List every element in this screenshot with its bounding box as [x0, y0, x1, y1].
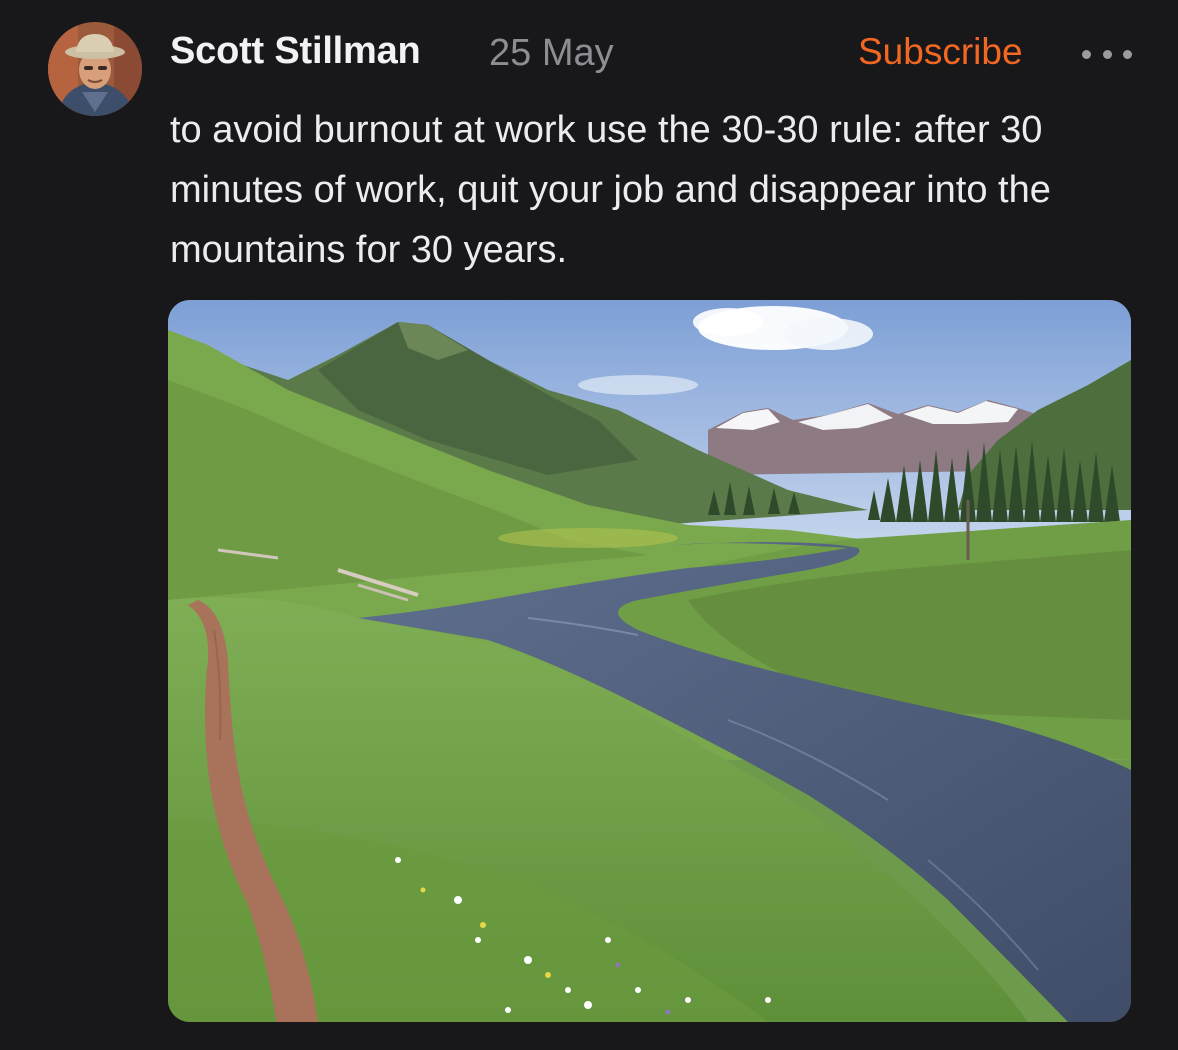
author-avatar[interactable]: [48, 22, 142, 116]
post-text: to avoid burnout at work use the 30-30 r…: [170, 109, 1051, 271]
avatar-photo: [48, 22, 142, 116]
more-dot: [1102, 49, 1112, 59]
more-dot: [1082, 49, 1091, 59]
author-name[interactable]: Scott Stillman: [170, 30, 421, 73]
post-card: Scott Stillman 25 May Subscribe to avoid…: [0, 0, 1178, 1050]
subscribe-button[interactable]: Subscribe: [858, 31, 1023, 73]
more-horizontal-icon[interactable]: [1082, 45, 1132, 63]
post-image[interactable]: [168, 300, 1131, 1022]
post-date: 25 May: [489, 32, 614, 74]
more-dot: [1123, 49, 1132, 59]
mountain-river-photo: [168, 300, 1131, 1022]
